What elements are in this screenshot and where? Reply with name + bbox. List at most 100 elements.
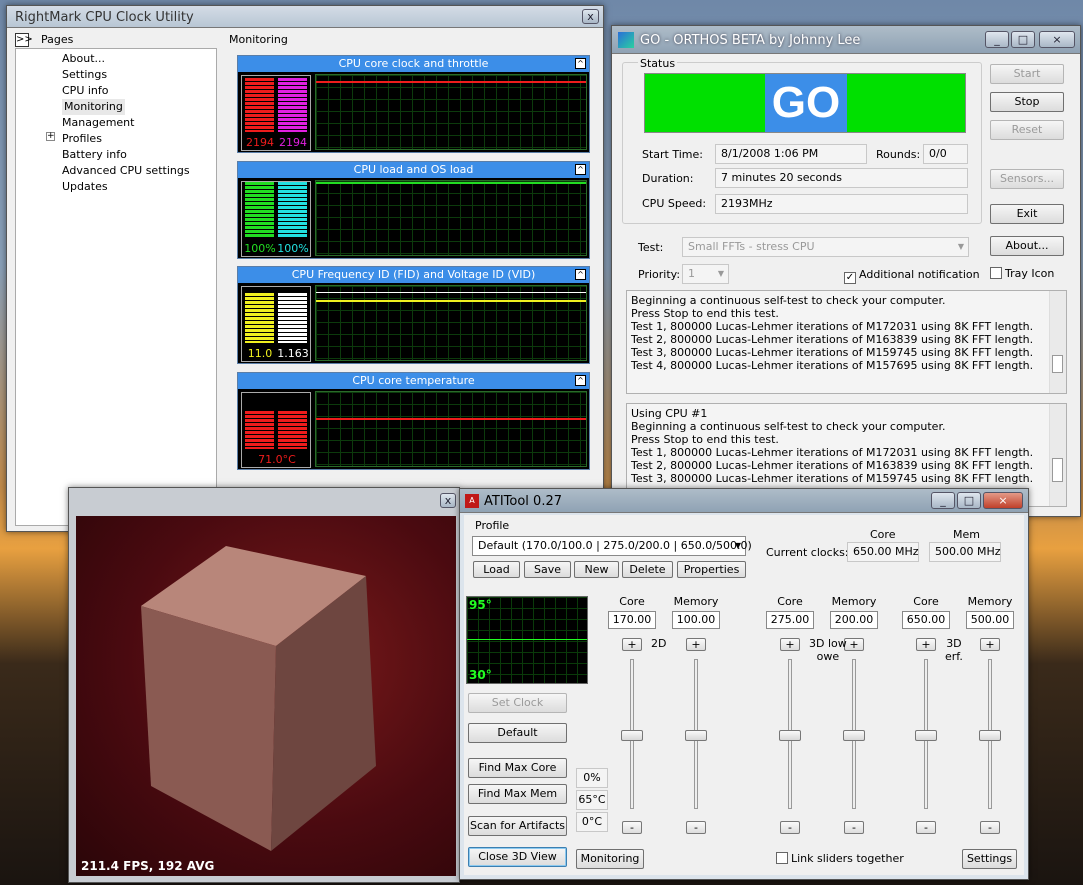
load-bar-1 — [245, 182, 274, 238]
close-icon[interactable]: x — [440, 493, 456, 508]
delete-button[interactable]: Delete — [622, 561, 673, 578]
test-value: Small FFTs - stress CPU — [688, 240, 815, 253]
increase-button[interactable]: + — [622, 638, 642, 651]
minimize-icon[interactable]: _ — [931, 492, 955, 509]
temperature-graph — [315, 391, 587, 467]
settings-button[interactable]: Settings — [962, 849, 1017, 869]
orthos-titlebar[interactable]: GO - ORTHOS BETA by Johnny Lee _ □ × — [612, 26, 1080, 54]
collapse-icon[interactable]: ^ — [575, 58, 586, 69]
collapse-icon[interactable]: ^ — [575, 269, 586, 280]
gpu-temp-readout: 65°C — [576, 790, 608, 810]
panel-title: CPU Frequency ID (FID) and Voltage ID (V… — [238, 267, 589, 283]
mem-value-input[interactable]: 500.00 — [966, 611, 1014, 629]
set-clock-button[interactable]: Set Clock — [468, 693, 567, 713]
reset-button[interactable]: Reset — [990, 120, 1064, 140]
mem-value-input[interactable]: 100.00 — [672, 611, 720, 629]
decrease-button[interactable]: - — [916, 821, 936, 834]
default-button[interactable]: Default — [468, 723, 567, 743]
core-value-input[interactable]: 275.00 — [766, 611, 814, 629]
close-icon[interactable]: × — [983, 492, 1023, 509]
page-battery-info[interactable]: Battery info — [62, 147, 216, 163]
about-button[interactable]: About... — [990, 236, 1064, 256]
scroll-thumb[interactable] — [1052, 355, 1063, 373]
scrollbar[interactable] — [1049, 291, 1066, 393]
new-button[interactable]: New — [574, 561, 619, 578]
expand-button[interactable]: >> — [15, 33, 33, 47]
orthos-title: GO - ORTHOS BETA by Johnny Lee — [640, 33, 861, 48]
temperature-bar-2 — [278, 411, 307, 449]
scroll-thumb[interactable] — [1052, 458, 1063, 482]
increase-button[interactable]: + — [844, 638, 864, 651]
stop-button[interactable]: Stop — [990, 92, 1064, 112]
duration-field: 7 minutes 20 seconds — [715, 168, 968, 188]
load-button[interactable]: Load — [473, 561, 520, 578]
profile-select[interactable]: Default (170.0/100.0 | 275.0/200.0 | 650… — [472, 536, 752, 556]
start-button[interactable]: Start — [990, 64, 1064, 84]
find-max-core-button[interactable]: Find Max Core — [468, 758, 567, 778]
decrease-button[interactable]: - — [780, 821, 800, 834]
slider-thumb[interactable] — [779, 730, 801, 741]
close-3d-view-button[interactable]: Close 3D View — [468, 847, 567, 867]
save-button[interactable]: Save — [524, 561, 571, 578]
increase-button[interactable]: + — [686, 638, 706, 651]
close-icon[interactable]: x — [582, 9, 599, 24]
sensors-button[interactable]: Sensors... — [990, 169, 1064, 189]
properties-button[interactable]: Properties — [677, 561, 746, 578]
profile-label: Profile — [475, 519, 510, 532]
exit-button[interactable]: Exit — [990, 204, 1064, 224]
maximize-icon[interactable]: □ — [1011, 31, 1035, 48]
decrease-button[interactable]: - — [686, 821, 706, 834]
checkbox-box — [990, 267, 1002, 279]
page-updates[interactable]: Updates — [62, 179, 216, 195]
fid-vid-bars: 11.0 1.163 — [241, 286, 311, 362]
render-viewport[interactable]: 211.4 FPS, 192 AVG — [76, 516, 456, 876]
slider-thumb[interactable] — [915, 730, 937, 741]
link-sliders-checkbox[interactable]: Link sliders together — [776, 852, 904, 865]
page-monitoring[interactable]: Monitoring — [62, 99, 125, 115]
maximize-icon[interactable]: □ — [957, 492, 981, 509]
find-max-mem-button[interactable]: Find Max Mem — [468, 784, 567, 804]
clock-bar-2 — [278, 78, 307, 132]
priority-select[interactable]: 1 ▼ — [682, 264, 729, 284]
increase-button[interactable]: + — [780, 638, 800, 651]
rightmark-titlebar[interactable]: RightMark CPU Clock Utility x — [7, 6, 603, 28]
page-profiles[interactable]: Profiles — [62, 131, 216, 147]
slider-column-mem: Memory 200.00 — [825, 595, 883, 629]
page-settings[interactable]: Settings — [62, 67, 216, 83]
atitool-titlebar[interactable]: A ATITool 0.27 _ □ × — [460, 489, 1028, 513]
page-advanced-cpu[interactable]: Advanced CPU settings — [62, 163, 216, 179]
slider-thumb[interactable] — [621, 730, 643, 741]
tray-icon-checkbox[interactable]: Tray Icon — [990, 267, 1054, 280]
go-indicator: GO — [644, 73, 966, 133]
close-icon[interactable]: × — [1039, 31, 1075, 48]
increase-button[interactable]: + — [980, 638, 1000, 651]
minimize-icon[interactable]: _ — [985, 31, 1009, 48]
page-management[interactable]: Management — [62, 115, 216, 131]
log-line: Press Stop to end this test. — [631, 307, 779, 320]
scrollbar[interactable] — [1049, 404, 1066, 506]
mem-value-input[interactable]: 200.00 — [830, 611, 878, 629]
slider-thumb[interactable] — [979, 730, 1001, 741]
page-about[interactable]: About... — [62, 51, 216, 67]
log-pane-1[interactable]: Beginning a continuous self-test to chec… — [626, 290, 1067, 394]
decrease-button[interactable]: - — [980, 821, 1000, 834]
scan-artifacts-button[interactable]: Scan for Artifacts — [468, 816, 567, 836]
page-cpu-info[interactable]: CPU info — [62, 83, 216, 99]
collapse-icon[interactable]: ^ — [575, 375, 586, 386]
expand-profiles-icon[interactable]: + — [46, 132, 55, 141]
slider-thumb[interactable] — [685, 730, 707, 741]
decrease-button[interactable]: - — [622, 821, 642, 834]
collapse-icon[interactable]: ^ — [575, 164, 586, 175]
slider-thumb[interactable] — [843, 730, 865, 741]
core-value-input[interactable]: 170.00 — [608, 611, 656, 629]
start-time-label: Start Time: — [642, 148, 703, 161]
decrease-button[interactable]: - — [844, 821, 864, 834]
fps-counter: 211.4 FPS, 192 AVG — [81, 859, 215, 873]
test-select[interactable]: Small FFTs - stress CPU ▼ — [682, 237, 969, 257]
notification-checkbox[interactable]: ✓ Additional notification — [844, 268, 980, 284]
ambient-temp-readout: 0°C — [576, 812, 608, 832]
monitoring-button[interactable]: Monitoring — [576, 849, 644, 869]
increase-button[interactable]: + — [916, 638, 936, 651]
load-graph — [315, 180, 587, 256]
core-value-input[interactable]: 650.00 — [902, 611, 950, 629]
